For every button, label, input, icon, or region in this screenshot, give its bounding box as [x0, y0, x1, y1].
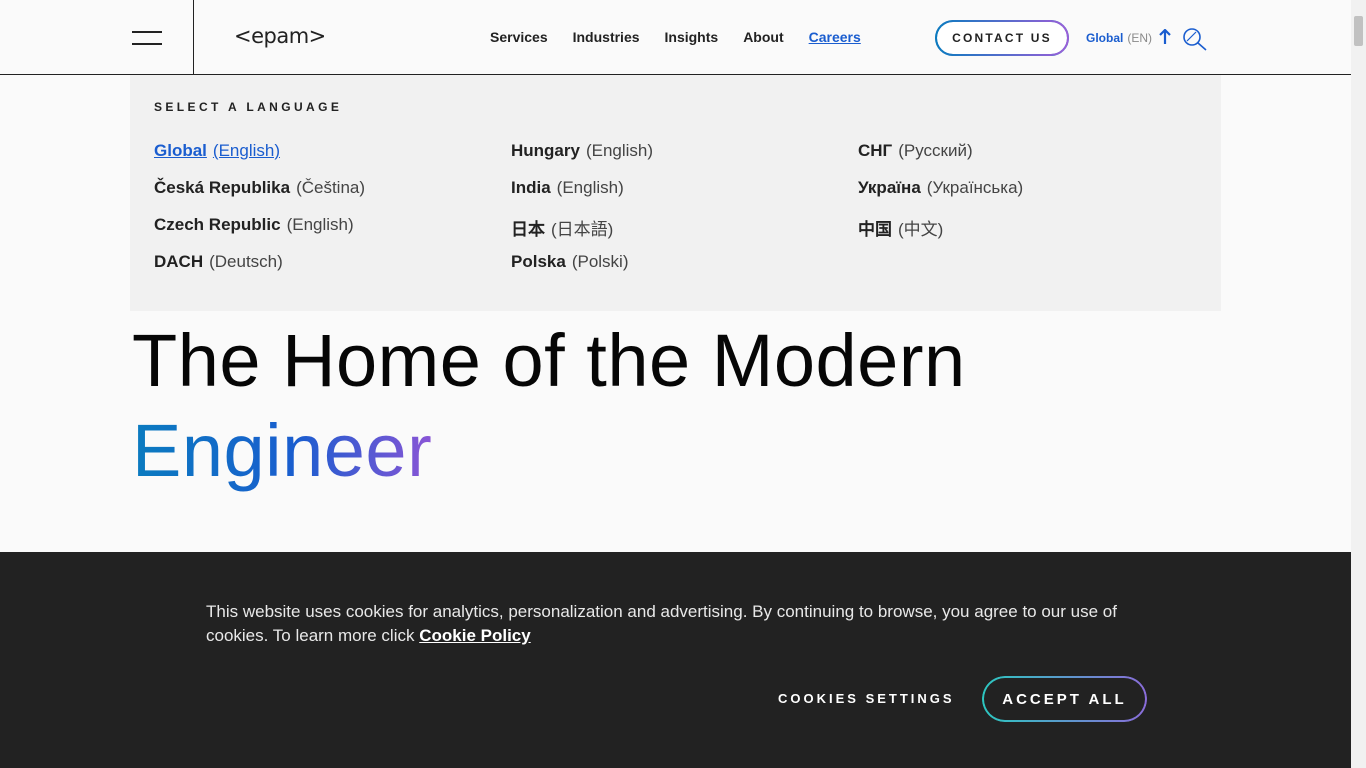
- language-option[interactable]: Global (English): [154, 141, 365, 178]
- scrollbar-thumb[interactable]: [1354, 16, 1363, 46]
- language-column-3: СНГ (Русский) Україна (Українська) 中国 (中文): [858, 141, 1023, 252]
- language-selector[interactable]: Global (EN): [1086, 31, 1152, 45]
- contact-us-button[interactable]: CONTACT US: [935, 20, 1069, 56]
- epam-logo[interactable]: <epam>: [234, 24, 326, 48]
- nav-careers[interactable]: Careers: [809, 29, 861, 45]
- language-option[interactable]: Україна (Українська): [858, 178, 1023, 215]
- menu-icon: [132, 31, 162, 33]
- accept-all-button[interactable]: ACCEPT ALL: [982, 676, 1147, 722]
- page-scrollbar[interactable]: [1351, 0, 1366, 768]
- main-nav: Services Industries Insights About Caree…: [490, 29, 886, 45]
- language-column-1: Global (English) Česká Republika (Čeština)…: [154, 141, 365, 289]
- cookie-banner: This website uses cookies for analytics,…: [0, 552, 1351, 768]
- nav-insights[interactable]: Insights: [665, 29, 719, 45]
- menu-button[interactable]: [0, 0, 194, 74]
- cookies-settings-button[interactable]: COOKIES SETTINGS: [778, 691, 955, 706]
- nav-industries[interactable]: Industries: [573, 29, 640, 45]
- language-label: Global: [1086, 31, 1124, 45]
- language-panel: SELECT A LANGUAGE Global (English) Česká …: [130, 75, 1221, 311]
- search-icon[interactable]: [1182, 27, 1208, 51]
- language-option[interactable]: India (English): [511, 178, 653, 215]
- language-option[interactable]: Hungary (English): [511, 141, 653, 178]
- language-option[interactable]: DACH (Deutsch): [154, 252, 365, 289]
- language-option[interactable]: 日本 (日本語): [511, 215, 653, 252]
- cookie-policy-link[interactable]: Cookie Policy: [419, 626, 530, 645]
- nav-about[interactable]: About: [743, 29, 783, 45]
- hero-title-line-2: Engineer: [132, 409, 433, 492]
- language-option[interactable]: 中国 (中文): [858, 215, 1023, 252]
- language-panel-title: SELECT A LANGUAGE: [154, 100, 343, 114]
- language-option[interactable]: Česká Republika (Čeština): [154, 178, 365, 215]
- hero-title-line-1: The Home of the Modern: [132, 319, 966, 402]
- language-option[interactable]: СНГ (Русский): [858, 141, 1023, 178]
- nav-services[interactable]: Services: [490, 29, 548, 45]
- language-option[interactable]: Polska (Polski): [511, 252, 653, 289]
- arrow-up-icon[interactable]: [1158, 29, 1172, 45]
- language-code: (EN): [1127, 31, 1153, 45]
- site-header: <epam> Services Industries Insights Abou…: [0, 0, 1351, 75]
- language-option[interactable]: Czech Republic (English): [154, 215, 365, 252]
- language-column-2: Hungary (English) India (English) 日本 (日本語) …: [511, 141, 653, 289]
- cookie-message: This website uses cookies for analytics,…: [206, 602, 1117, 645]
